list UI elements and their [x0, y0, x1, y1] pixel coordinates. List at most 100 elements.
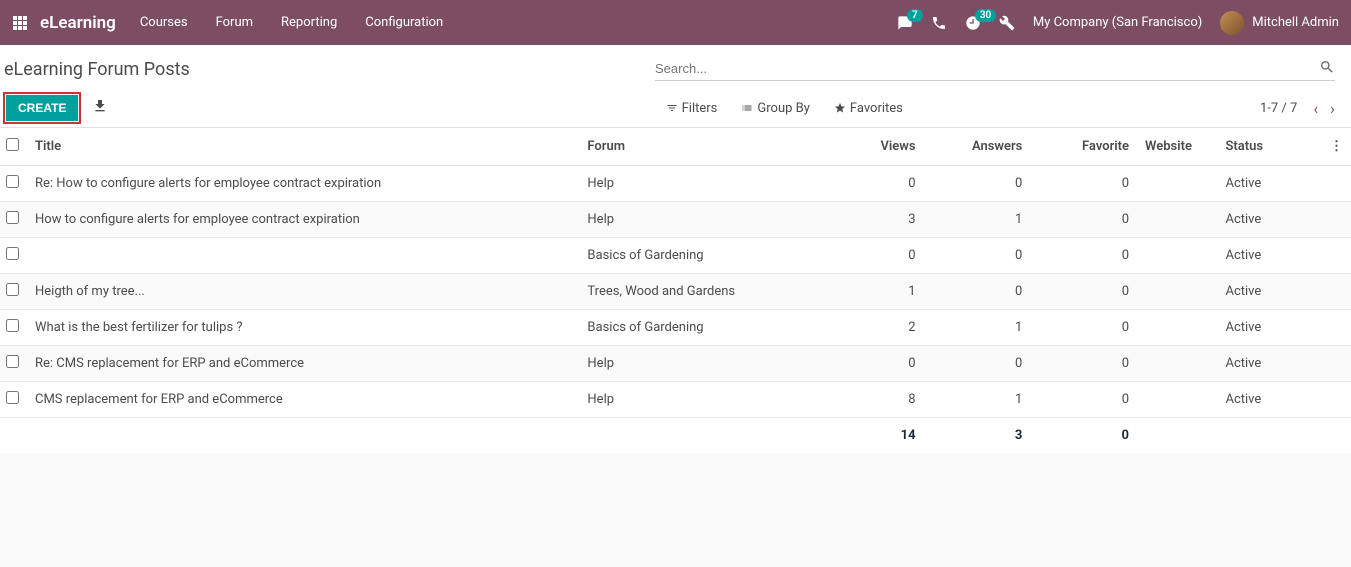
- col-favorite[interactable]: Favorite: [1030, 128, 1137, 166]
- cell-forum: Help: [579, 382, 817, 418]
- total-answers: 3: [924, 418, 1031, 454]
- cell-favorite: 0: [1030, 166, 1137, 202]
- cell-forum: Help: [579, 166, 817, 202]
- col-forum[interactable]: Forum: [579, 128, 817, 166]
- row-checkbox[interactable]: [6, 355, 19, 368]
- cell-favorite: 0: [1030, 382, 1137, 418]
- page-title: eLearning Forum Posts: [0, 59, 190, 80]
- nav-reporting[interactable]: Reporting: [281, 15, 337, 30]
- filters-label: Filters: [682, 101, 718, 116]
- cell-favorite: 0: [1030, 346, 1137, 382]
- cell-views: 0: [817, 346, 923, 382]
- cell-answers: 1: [924, 202, 1031, 238]
- phone-icon[interactable]: [931, 15, 947, 31]
- user-menu[interactable]: Mitchell Admin: [1220, 11, 1339, 35]
- cell-status: Active: [1217, 166, 1310, 202]
- cell-forum: Help: [579, 202, 817, 238]
- cell-status: Active: [1217, 382, 1310, 418]
- table-row[interactable]: How to configure alerts for employee con…: [0, 202, 1351, 238]
- cell-answers: 0: [924, 166, 1031, 202]
- cell-forum: Basics of Gardening: [579, 310, 817, 346]
- nav-courses[interactable]: Courses: [140, 15, 188, 30]
- cell-views: 8: [817, 382, 923, 418]
- kebab-menu-icon[interactable]: ⋮: [1311, 128, 1351, 166]
- table-row[interactable]: Re: CMS replacement for ERP and eCommerc…: [0, 346, 1351, 382]
- clock-icon[interactable]: 30: [965, 15, 981, 31]
- pager-range: 1-7 / 7: [1260, 101, 1297, 116]
- cell-answers: 0: [924, 238, 1031, 274]
- clock-badge: 30: [975, 9, 996, 22]
- row-checkbox[interactable]: [6, 211, 19, 224]
- table-row[interactable]: Re: How to configure alerts for employee…: [0, 166, 1351, 202]
- cell-title: Re: How to configure alerts for employee…: [27, 166, 579, 202]
- cell-title: How to configure alerts for employee con…: [27, 202, 579, 238]
- brand-title[interactable]: eLearning: [40, 13, 116, 33]
- forum-posts-table: Title Forum Views Answers Favorite Websi…: [0, 128, 1351, 453]
- cell-views: 0: [817, 238, 923, 274]
- col-answers[interactable]: Answers: [924, 128, 1031, 166]
- row-checkbox[interactable]: [6, 319, 19, 332]
- col-website[interactable]: Website: [1137, 128, 1217, 166]
- cell-website: [1137, 382, 1217, 418]
- cell-status: Active: [1217, 238, 1310, 274]
- cell-status: Active: [1217, 274, 1310, 310]
- nav-configuration[interactable]: Configuration: [365, 15, 443, 30]
- search-wrap: [655, 57, 1335, 81]
- favorites-label: Favorites: [850, 101, 903, 116]
- filters-button[interactable]: Filters: [666, 101, 718, 116]
- tools-icon[interactable]: [999, 15, 1015, 31]
- table-row[interactable]: CMS replacement for ERP and eCommerceHel…: [0, 382, 1351, 418]
- cell-favorite: 0: [1030, 238, 1137, 274]
- cell-title: [27, 238, 579, 274]
- cell-title: CMS replacement for ERP and eCommerce: [27, 382, 579, 418]
- col-views[interactable]: Views: [817, 128, 923, 166]
- cell-answers: 0: [924, 346, 1031, 382]
- nav-forum[interactable]: Forum: [216, 15, 253, 30]
- cell-status: Active: [1217, 202, 1310, 238]
- cell-website: [1137, 274, 1217, 310]
- cell-views: 0: [817, 166, 923, 202]
- cell-favorite: 0: [1030, 310, 1137, 346]
- chat-badge: 7: [907, 9, 923, 22]
- table-wrap: Title Forum Views Answers Favorite Websi…: [0, 128, 1351, 453]
- control-panel: eLearning Forum Posts CREATE Filters Gro…: [0, 45, 1351, 128]
- row-checkbox[interactable]: [6, 247, 19, 260]
- company-selector[interactable]: My Company (San Francisco): [1033, 15, 1202, 30]
- cell-answers: 1: [924, 382, 1031, 418]
- col-status[interactable]: Status: [1217, 128, 1310, 166]
- pager-next-icon[interactable]: ›: [1330, 99, 1335, 118]
- create-button[interactable]: CREATE: [6, 95, 78, 121]
- row-checkbox[interactable]: [6, 283, 19, 296]
- cell-title: Heigth of my tree...: [27, 274, 579, 310]
- chat-icon[interactable]: 7: [897, 15, 913, 31]
- cell-forum: Help: [579, 346, 817, 382]
- cell-title: Re: CMS replacement for ERP and eCommerc…: [27, 346, 579, 382]
- cell-favorite: 0: [1030, 202, 1137, 238]
- cell-answers: 0: [924, 274, 1031, 310]
- cell-status: Active: [1217, 346, 1310, 382]
- row-checkbox[interactable]: [6, 175, 19, 188]
- search-input[interactable]: [655, 57, 1319, 80]
- cell-website: [1137, 310, 1217, 346]
- select-all-checkbox[interactable]: [6, 138, 19, 151]
- download-icon[interactable]: [92, 98, 108, 118]
- favorites-button[interactable]: Favorites: [834, 101, 903, 116]
- search-icon[interactable]: [1319, 59, 1335, 79]
- pager-prev-icon[interactable]: ‹: [1313, 99, 1318, 118]
- cell-website: [1137, 202, 1217, 238]
- row-checkbox[interactable]: [6, 391, 19, 404]
- cell-views: 1: [817, 274, 923, 310]
- cell-website: [1137, 238, 1217, 274]
- groupby-label: Group By: [757, 101, 810, 116]
- table-row[interactable]: Basics of Gardening000Active: [0, 238, 1351, 274]
- navbar-right: 7 30 My Company (San Francisco) Mitchell…: [897, 11, 1339, 35]
- table-row[interactable]: What is the best fertilizer for tulips ?…: [0, 310, 1351, 346]
- cell-status: Active: [1217, 310, 1310, 346]
- apps-icon[interactable]: [12, 15, 28, 31]
- nav-links: Courses Forum Reporting Configuration: [140, 15, 443, 30]
- table-row[interactable]: Heigth of my tree...Trees, Wood and Gard…: [0, 274, 1351, 310]
- cell-views: 3: [817, 202, 923, 238]
- navbar: eLearning Courses Forum Reporting Config…: [0, 0, 1351, 45]
- groupby-button[interactable]: Group By: [741, 101, 810, 116]
- col-title[interactable]: Title: [27, 128, 579, 166]
